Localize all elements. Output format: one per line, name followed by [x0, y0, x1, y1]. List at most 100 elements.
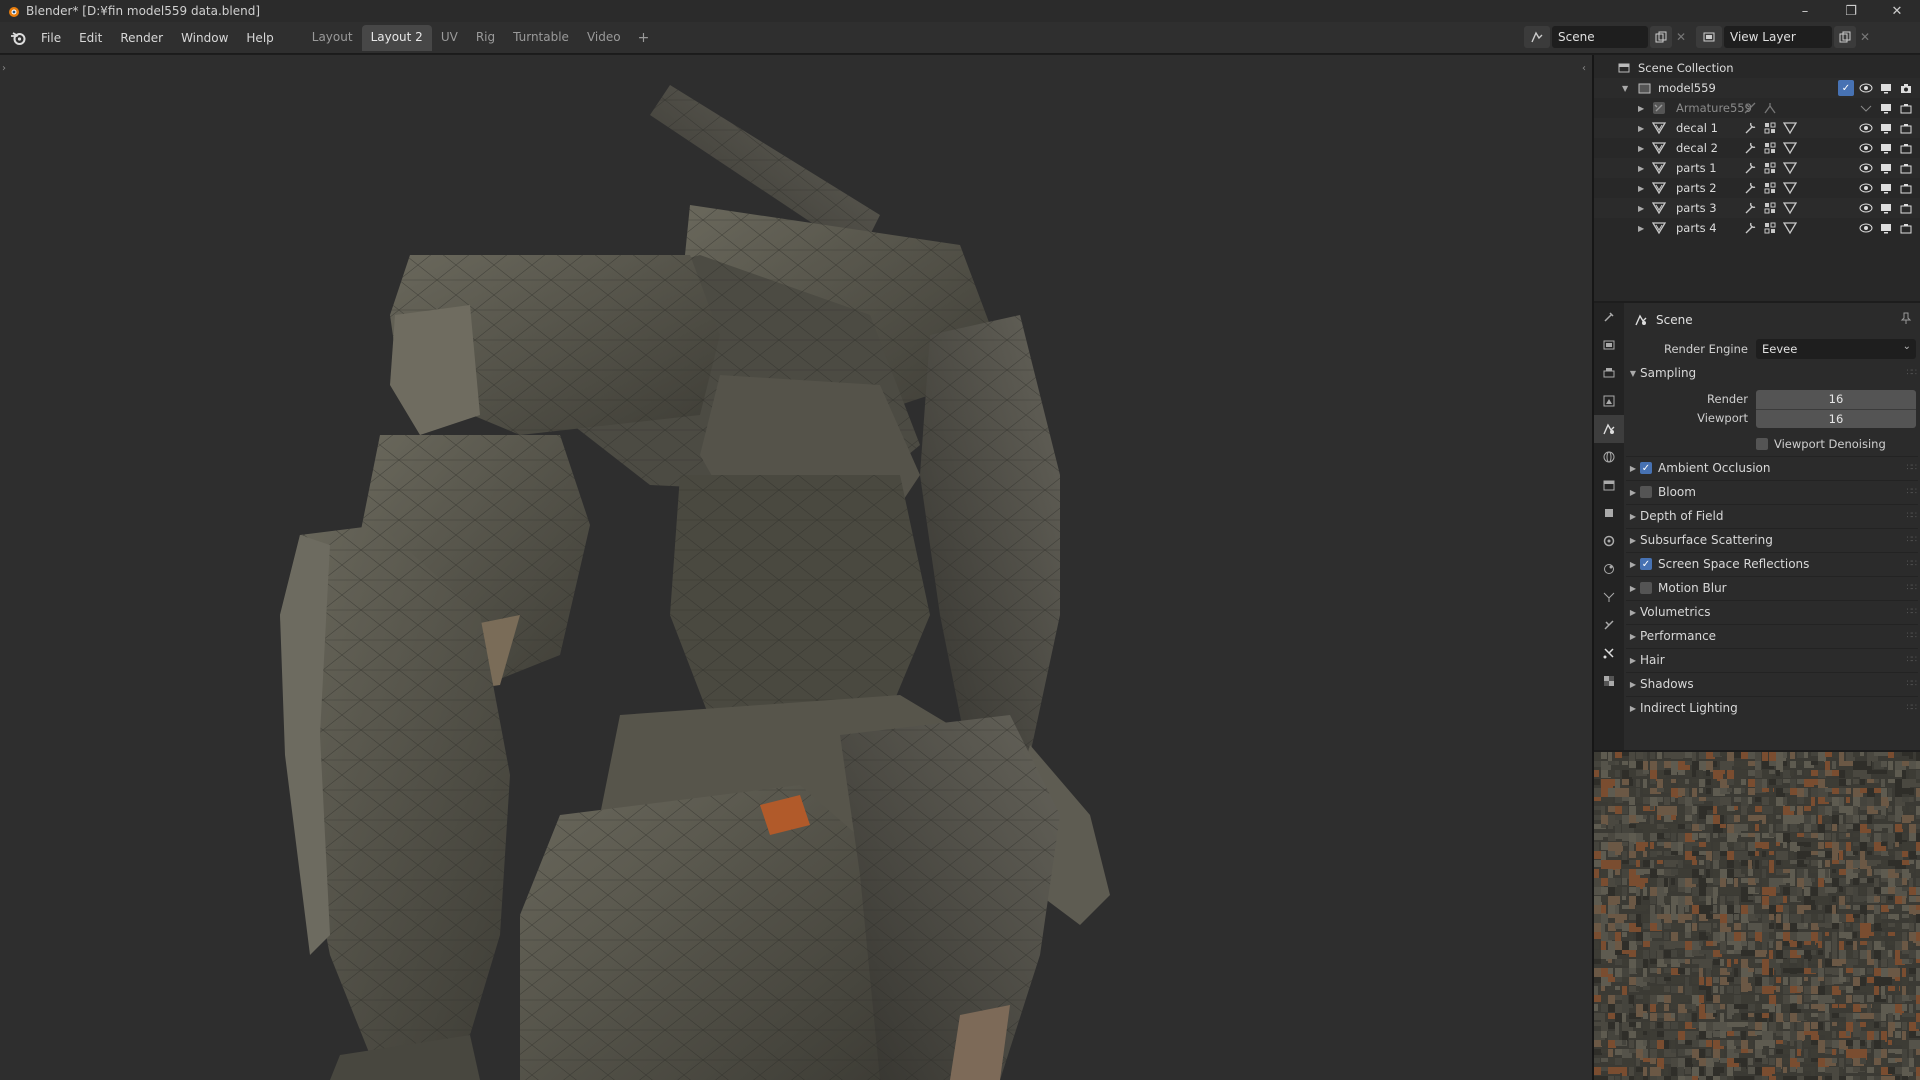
expand-arrow-icon[interactable]: ▶: [1638, 224, 1644, 233]
outliner-row-object[interactable]: ▶ Armature559: [1594, 98, 1920, 118]
wrench-icon[interactable]: [1742, 140, 1758, 156]
tab-object[interactable]: [1594, 499, 1624, 527]
outliner-row-object[interactable]: ▶ parts 2: [1594, 178, 1920, 198]
outliner-row-object[interactable]: ▶ parts 4: [1594, 218, 1920, 238]
camera-icon[interactable]: [1898, 140, 1914, 156]
view-layer-name-field[interactable]: View Layer: [1724, 26, 1832, 48]
viewport-denoising-toggle[interactable]: Viewport Denoising: [1756, 437, 1886, 451]
viewport-samples-field[interactable]: 16: [1756, 408, 1916, 428]
tab-world[interactable]: [1594, 443, 1624, 471]
outliner-row-object[interactable]: ▶ parts 1: [1594, 158, 1920, 178]
panel-header[interactable]: ▶ Shadows ∷∷: [1626, 673, 1918, 695]
wrench-icon[interactable]: [1742, 120, 1758, 136]
remove-view-layer-icon[interactable]: ✕: [1856, 30, 1874, 44]
new-scene-button[interactable]: [1650, 26, 1672, 48]
camera-icon[interactable]: [1898, 200, 1914, 216]
panel-header[interactable]: ▶ Bloom ∷∷: [1626, 481, 1918, 503]
sidebar-expand-arrow[interactable]: ‹: [1582, 63, 1586, 74]
tab-layout[interactable]: Layout: [303, 25, 362, 51]
monitor-icon[interactable]: [1878, 220, 1894, 236]
drag-handle-icon[interactable]: ∷∷: [1907, 631, 1918, 641]
wrench-icon[interactable]: [1742, 160, 1758, 176]
panel-header[interactable]: ▶ Hair ∷∷: [1626, 649, 1918, 671]
panel-header[interactable]: ▶ Subsurface Scattering ∷∷: [1626, 529, 1918, 551]
eye-icon[interactable]: [1858, 160, 1874, 176]
panel-header[interactable]: ▶ ✓ Screen Space Reflections ∷∷: [1626, 553, 1918, 575]
exclude-checkbox[interactable]: ✓: [1838, 80, 1854, 96]
camera-icon[interactable]: [1898, 160, 1914, 176]
pose-icon[interactable]: [1762, 100, 1778, 116]
remove-scene-icon[interactable]: ✕: [1672, 30, 1690, 44]
drag-handle-icon[interactable]: ∷∷: [1907, 679, 1918, 689]
new-view-layer-button[interactable]: [1834, 26, 1856, 48]
eye-icon[interactable]: [1858, 180, 1874, 196]
menu-file[interactable]: File: [32, 31, 70, 45]
drag-handle-icon[interactable]: ∷∷: [1907, 487, 1918, 497]
drag-handle-icon[interactable]: ∷∷: [1907, 559, 1918, 569]
mesh-data-icon[interactable]: [1782, 180, 1798, 196]
panel-header[interactable]: ▶ Volumetrics ∷∷: [1626, 601, 1918, 623]
panel-header[interactable]: ▶ Performance ∷∷: [1626, 625, 1918, 647]
drag-handle-icon[interactable]: ∷∷: [1907, 655, 1918, 665]
outliner-row-object[interactable]: ▶ decal 1: [1594, 118, 1920, 138]
menu-window[interactable]: Window: [172, 31, 237, 45]
menu-edit[interactable]: Edit: [70, 31, 111, 45]
tab-data[interactable]: [1594, 639, 1624, 667]
vertex-groups-icon[interactable]: [1762, 200, 1778, 216]
wrench-icon[interactable]: [1742, 180, 1758, 196]
expand-arrow-icon[interactable]: ▶: [1638, 184, 1644, 193]
maximize-button[interactable]: ❐: [1828, 0, 1874, 22]
drag-handle-icon[interactable]: ∷∷: [1907, 463, 1918, 473]
monitor-icon[interactable]: [1878, 140, 1894, 156]
mesh-data-icon[interactable]: [1782, 140, 1798, 156]
expand-arrow-icon[interactable]: ▶: [1638, 104, 1644, 113]
bone-icon[interactable]: [1742, 100, 1758, 116]
minimize-button[interactable]: –: [1782, 0, 1828, 22]
monitor-icon[interactable]: [1878, 80, 1894, 96]
vertex-groups-icon[interactable]: [1762, 160, 1778, 176]
eye-icon[interactable]: [1858, 120, 1874, 136]
panel-header[interactable]: ▶ Depth of Field ∷∷: [1626, 505, 1918, 527]
tab-layout-2[interactable]: Layout 2: [361, 24, 432, 51]
wrench-icon[interactable]: [1742, 220, 1758, 236]
add-workspace-button[interactable]: +: [630, 25, 658, 51]
camera-icon[interactable]: [1898, 120, 1914, 136]
panel-header[interactable]: ▶ ✓ Ambient Occlusion ∷∷: [1626, 457, 1918, 479]
panel-header[interactable]: ▶ Motion Blur ∷∷: [1626, 577, 1918, 599]
mesh-data-icon[interactable]: [1782, 220, 1798, 236]
monitor-icon[interactable]: [1878, 180, 1894, 196]
drag-handle-icon[interactable]: ∷∷: [1907, 535, 1918, 545]
monitor-icon[interactable]: [1878, 120, 1894, 136]
collapse-arrow-icon[interactable]: ▼: [1622, 84, 1628, 93]
vertex-groups-icon[interactable]: [1762, 180, 1778, 196]
toolbar-expand-arrow[interactable]: ›: [2, 63, 6, 74]
tab-physics[interactable]: [1594, 583, 1624, 611]
mesh-data-icon[interactable]: [1782, 200, 1798, 216]
monitor-icon[interactable]: [1878, 160, 1894, 176]
eye-icon[interactable]: [1858, 220, 1874, 236]
close-button[interactable]: ✕: [1874, 0, 1920, 22]
tab-turntable[interactable]: Turntable: [504, 25, 578, 51]
panel-header[interactable]: ▶ Indirect Lighting ∷∷: [1626, 697, 1918, 719]
panel-sampling-header[interactable]: ▼ Sampling ∷∷: [1626, 362, 1918, 384]
tab-render[interactable]: [1594, 331, 1624, 359]
vertex-groups-icon[interactable]: [1762, 140, 1778, 156]
vertex-groups-icon[interactable]: [1762, 120, 1778, 136]
tab-video[interactable]: Video: [578, 25, 630, 51]
3d-viewport[interactable]: › ‹: [0, 55, 1592, 1080]
tab-rig[interactable]: Rig: [467, 25, 504, 51]
menu-render[interactable]: Render: [111, 31, 172, 45]
eye-icon[interactable]: [1858, 200, 1874, 216]
menu-help[interactable]: Help: [237, 31, 282, 45]
image-editor[interactable]: [1594, 752, 1920, 1080]
checkbox-icon[interactable]: [1640, 582, 1652, 594]
tab-texture[interactable]: [1594, 667, 1624, 695]
view-layer-browse-button[interactable]: [1696, 26, 1722, 48]
camera-icon[interactable]: [1898, 100, 1914, 116]
drag-handle-icon[interactable]: ∷∷: [1907, 583, 1918, 593]
pin-icon[interactable]: [1900, 311, 1912, 328]
tab-collection[interactable]: [1594, 471, 1624, 499]
checked-icon[interactable]: ✓: [1640, 558, 1652, 570]
monitor-icon[interactable]: [1878, 200, 1894, 216]
expand-arrow-icon[interactable]: ▶: [1638, 204, 1644, 213]
